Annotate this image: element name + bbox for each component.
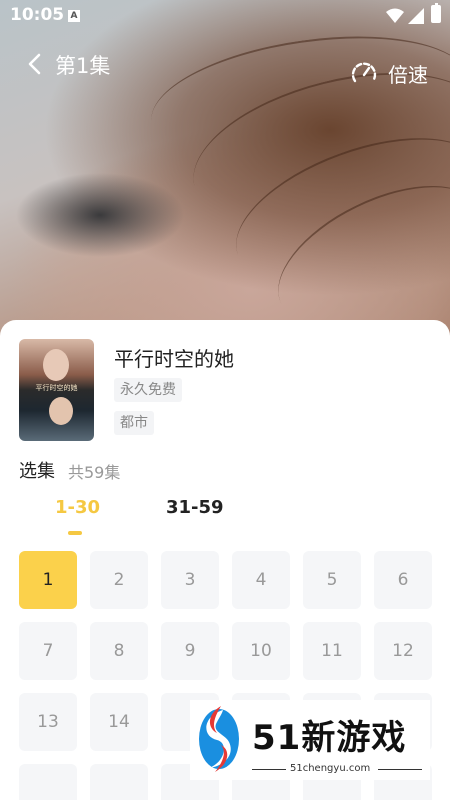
tab-range-31-59[interactable]: 31-59 [166,497,224,518]
watermark: 51新游戏 51chengyu.com [190,700,430,780]
episode-tile[interactable]: 10 [232,622,290,680]
episode-tile[interactable] [19,764,77,800]
signal-icon [408,8,424,24]
episode-tile[interactable]: 1 [19,551,77,609]
episode-tile[interactable]: 2 [90,551,148,609]
battery-icon [431,3,441,23]
episode-tile[interactable]: 11 [303,622,361,680]
episode-tile[interactable]: 5 [303,551,361,609]
episode-tile[interactable]: 13 [19,693,77,751]
divider [378,769,422,770]
status-bar: 10:05 A [0,0,450,32]
episode-count: 共59集 [68,463,121,482]
back-arrow-icon[interactable] [24,53,46,75]
cover-face [49,397,73,425]
episodes-section-label: 选集 [19,461,55,482]
tag-free: 永久免费 [114,378,182,402]
tag-genre: 都市 [114,411,154,435]
episode-tile[interactable]: 8 [90,622,148,680]
divider [252,769,286,770]
episode-tile[interactable]: 6 [374,551,432,609]
drama-title: 平行时空的她 [114,347,234,371]
notification-icon: A [68,10,80,22]
watermark-brand: 51新游戏 [252,718,407,758]
speed-gauge-icon[interactable] [350,60,378,86]
cover-title-text: 平行时空的她 [35,384,78,392]
episode-tile[interactable] [90,764,148,800]
tab-indicator [68,531,82,535]
episode-tile[interactable]: 12 [374,622,432,680]
episode-tile[interactable]: 7 [19,622,77,680]
episode-tile[interactable]: 9 [161,622,219,680]
episode-tile[interactable]: 3 [161,551,219,609]
watermark-url: 51chengyu.com [290,763,371,774]
wifi-icon [386,8,404,23]
cover-face [43,349,69,381]
drama-cover[interactable]: 平行时空的她 [19,339,94,441]
speed-button[interactable]: 倍速 [388,59,428,88]
brand-logo-icon [199,706,239,772]
episode-tile[interactable]: 14 [90,693,148,751]
episode-tile[interactable]: 4 [232,551,290,609]
tab-range-1-30[interactable]: 1-30 [55,497,100,518]
status-time: 10:05 [10,5,65,25]
episode-title: 第1集 [55,54,111,78]
